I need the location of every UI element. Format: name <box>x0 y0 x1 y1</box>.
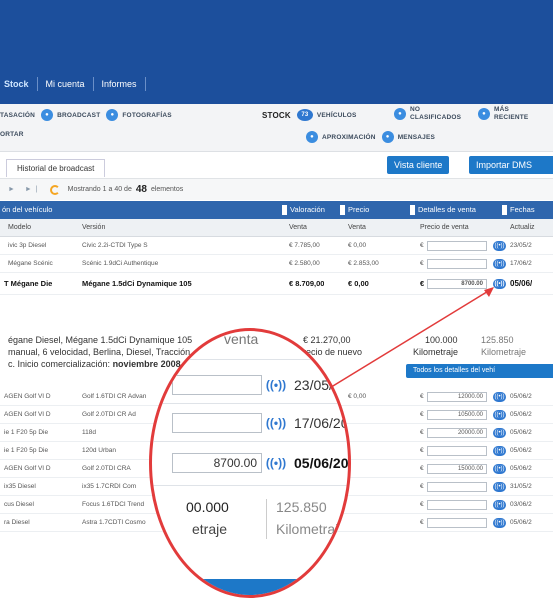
zoom-col-actualiz: Ac <box>302 331 319 347</box>
callout-arrow-head <box>484 287 494 297</box>
zoom-signal-icon: ((•)) <box>265 456 287 470</box>
zoom-divider <box>152 403 348 404</box>
zoom-precio-input-filled: 8700.00 <box>172 453 262 473</box>
zoom-separator <box>266 499 267 539</box>
zoom-date-1: 23/05/20 <box>294 377 349 393</box>
zoom-divider <box>152 359 348 360</box>
zoom-precio-input <box>172 375 262 395</box>
zoom-date-2: 17/06/2013 <box>294 415 349 431</box>
zoom-precio-input <box>172 413 262 433</box>
zoom-signal-icon: ((•)) <box>265 416 287 430</box>
zoom-divider <box>152 485 348 486</box>
zoom-kilometraje-1-value: 00.000 <box>186 499 229 515</box>
zoom-kilometraje-1-label: etraje <box>192 521 228 537</box>
zoom-signal-icon: ((•)) <box>265 378 287 392</box>
zoom-col-venta: venta <box>224 331 259 347</box>
zoom-date-3: 05/06/20 <box>294 455 349 471</box>
zoom-magnifier: venta Ac ((•)) 23/05/20 ((•)) 17/06/2013… <box>149 328 351 598</box>
zoom-kilometraje-2-value: 125.850 <box>276 499 327 515</box>
zoom-divider <box>152 441 348 442</box>
zoom-kilometraje-2-label: Kilometraje <box>276 521 347 537</box>
